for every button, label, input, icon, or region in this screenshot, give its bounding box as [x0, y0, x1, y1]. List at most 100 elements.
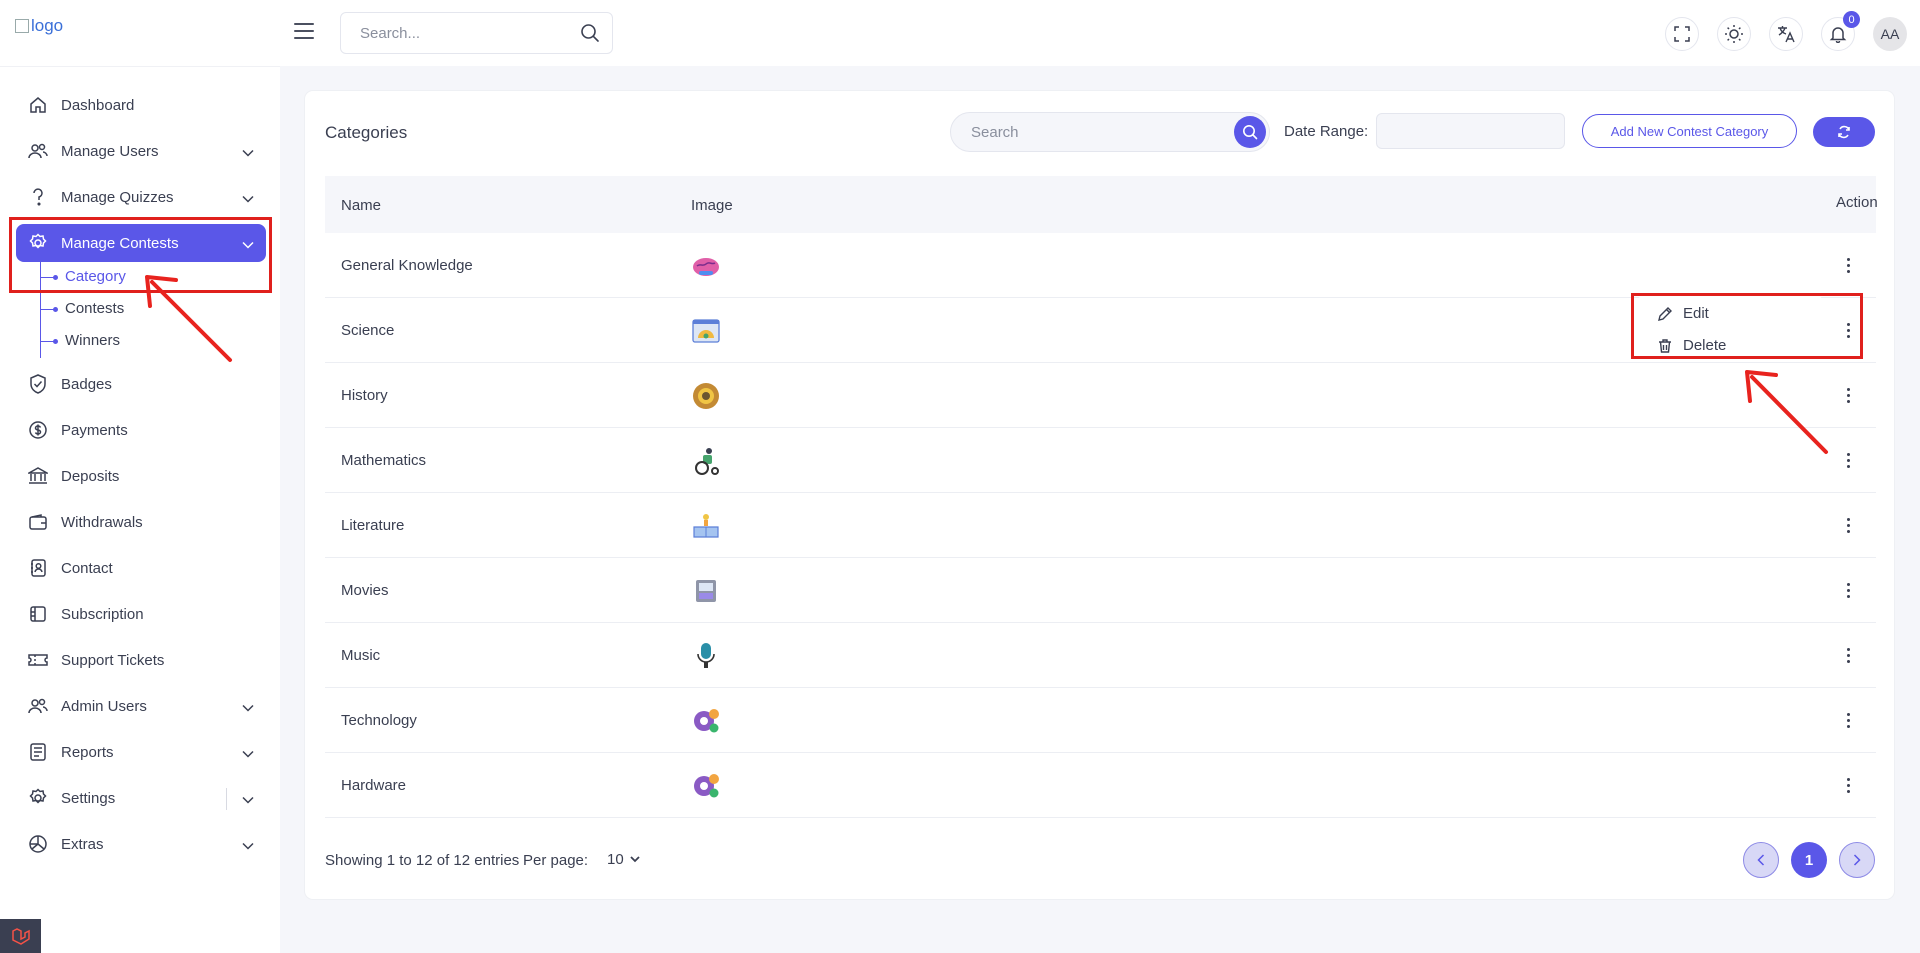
column-header-name: Name: [341, 197, 382, 214]
laravel-icon: [11, 927, 30, 945]
sidebar-item-label: Manage Users: [61, 142, 159, 160]
column-header-action: Action: [1836, 194, 1878, 211]
notifications-button[interactable]: 0: [1821, 11, 1860, 51]
category-name: Literature: [341, 517, 405, 534]
search-icon[interactable]: [580, 23, 600, 48]
per-page-label: Per page:: [523, 852, 589, 869]
sidebar-item-admin-users[interactable]: Admin Users: [16, 687, 266, 725]
search-button[interactable]: [1234, 116, 1266, 148]
table-row: Literature: [325, 493, 1876, 558]
row-actions-button[interactable]: [1838, 773, 1858, 797]
category-name: Technology: [341, 712, 417, 729]
sidebar: Dashboard Manage Users Manage Quizzes Ma…: [0, 66, 280, 953]
annotation-box-sidebar: [9, 217, 272, 293]
refresh-icon: [1838, 125, 1850, 139]
sidebar-item-payments[interactable]: Payments: [16, 411, 266, 449]
wheelchair-icon: [691, 446, 721, 476]
chevron-down-icon: [630, 856, 640, 863]
top-search-input[interactable]: [341, 24, 571, 42]
sidebar-item-support-tickets[interactable]: Support Tickets: [16, 641, 266, 679]
sidebar-item-label: Admin Users: [61, 697, 147, 715]
debugbar-toggle-button[interactable]: [0, 919, 41, 953]
theme-toggle-button[interactable]: [1717, 17, 1751, 51]
sidebar-item-withdrawals[interactable]: Withdrawals: [16, 503, 266, 541]
ticket-icon: [28, 650, 48, 670]
row-actions-button[interactable]: [1838, 383, 1858, 407]
sidebar-item-badges[interactable]: Badges: [16, 365, 266, 403]
page-1-button[interactable]: 1: [1791, 842, 1827, 878]
sidebar-item-manage-users[interactable]: Manage Users: [16, 132, 266, 170]
sidebar-item-label: Badges: [61, 375, 112, 393]
chevron-down-icon: [242, 745, 254, 762]
chevron-down-icon: [242, 837, 254, 854]
translate-icon: [1778, 26, 1795, 43]
category-search-box: [950, 112, 1270, 152]
row-actions-button[interactable]: [1838, 708, 1858, 732]
refresh-button[interactable]: [1813, 117, 1875, 147]
table-row: History: [325, 363, 1876, 428]
logo[interactable]: logo: [15, 16, 63, 36]
row-actions-button[interactable]: [1838, 513, 1858, 537]
sidebar-item-manage-quizzes[interactable]: Manage Quizzes: [16, 178, 266, 216]
category-name: Hardware: [341, 777, 407, 794]
row-actions-button[interactable]: [1838, 448, 1858, 472]
broken-image-icon: [15, 19, 29, 33]
bell-icon: [1829, 27, 1847, 43]
sidebar-item-deposits[interactable]: Deposits: [16, 457, 266, 495]
date-range-label: Date Range:: [1284, 123, 1369, 140]
sidebar-item-label: Dashboard: [61, 96, 135, 114]
submenu-branch: [40, 309, 54, 310]
prev-page-button[interactable]: [1743, 842, 1779, 878]
fullscreen-button[interactable]: [1665, 17, 1699, 51]
extras-icon: [28, 834, 48, 854]
notification-count-badge: 0: [1843, 11, 1860, 28]
category-name: Music: [341, 647, 381, 664]
dollar-icon: [28, 420, 48, 440]
row-actions-button[interactable]: [1838, 578, 1858, 602]
menu-toggle-button[interactable]: [294, 21, 314, 41]
table-row: General Knowledge: [325, 233, 1876, 298]
sidebar-item-label: Settings: [61, 789, 116, 807]
sidebar-item-label: Contact: [61, 559, 113, 577]
column-header-image: Image: [691, 197, 733, 214]
sidebar-item-settings[interactable]: Settings: [16, 779, 266, 817]
per-page-value: 10: [607, 851, 624, 868]
row-actions-button[interactable]: [1838, 253, 1858, 277]
sidebar-item-extras[interactable]: Extras: [16, 825, 266, 863]
date-range-input[interactable]: [1376, 113, 1565, 149]
reports-icon: [28, 742, 48, 762]
sidebar-item-label: Subscription: [61, 605, 144, 623]
category-search-input[interactable]: [951, 113, 1211, 151]
sidebar-item-subscription[interactable]: Subscription: [16, 595, 266, 633]
gear-tech-icon: [691, 706, 721, 736]
category-name: History: [341, 387, 388, 404]
sidebar-item-dashboard[interactable]: Dashboard: [16, 86, 266, 124]
sidebar-item-label: Support Tickets: [61, 651, 165, 669]
sidebar-subitem-winners[interactable]: Winners: [65, 332, 120, 349]
next-page-button[interactable]: [1839, 842, 1875, 878]
sidebar-item-label: Reports: [61, 743, 114, 761]
submenu-branch: [40, 341, 54, 342]
users-icon: [28, 141, 48, 161]
table-row: Music: [325, 623, 1876, 688]
film-icon: [691, 576, 721, 606]
question-icon: [28, 187, 48, 207]
gear-hardware-icon: [691, 771, 721, 801]
row-actions-button[interactable]: [1838, 643, 1858, 667]
sidebar-subitem-contests[interactable]: Contests: [65, 300, 124, 317]
categories-card: Categories Date Range: Add New Contest C…: [305, 91, 1894, 899]
category-name: Movies: [341, 582, 389, 599]
add-new-contest-category-button[interactable]: Add New Contest Category: [1582, 114, 1797, 148]
per-page-select[interactable]: 10: [607, 851, 640, 868]
table-row: Technology: [325, 688, 1876, 753]
submenu-dot: [53, 339, 58, 344]
sidebar-item-contact[interactable]: Contact: [16, 549, 266, 587]
table-row: Hardware: [325, 753, 1876, 818]
category-name: General Knowledge: [341, 257, 473, 274]
language-button[interactable]: [1769, 17, 1803, 51]
chevron-down-icon: [242, 699, 254, 716]
sidebar-item-reports[interactable]: Reports: [16, 733, 266, 771]
avatar[interactable]: AA: [1873, 17, 1907, 51]
category-name: Mathematics: [341, 452, 427, 469]
category-name: Science: [341, 322, 395, 339]
